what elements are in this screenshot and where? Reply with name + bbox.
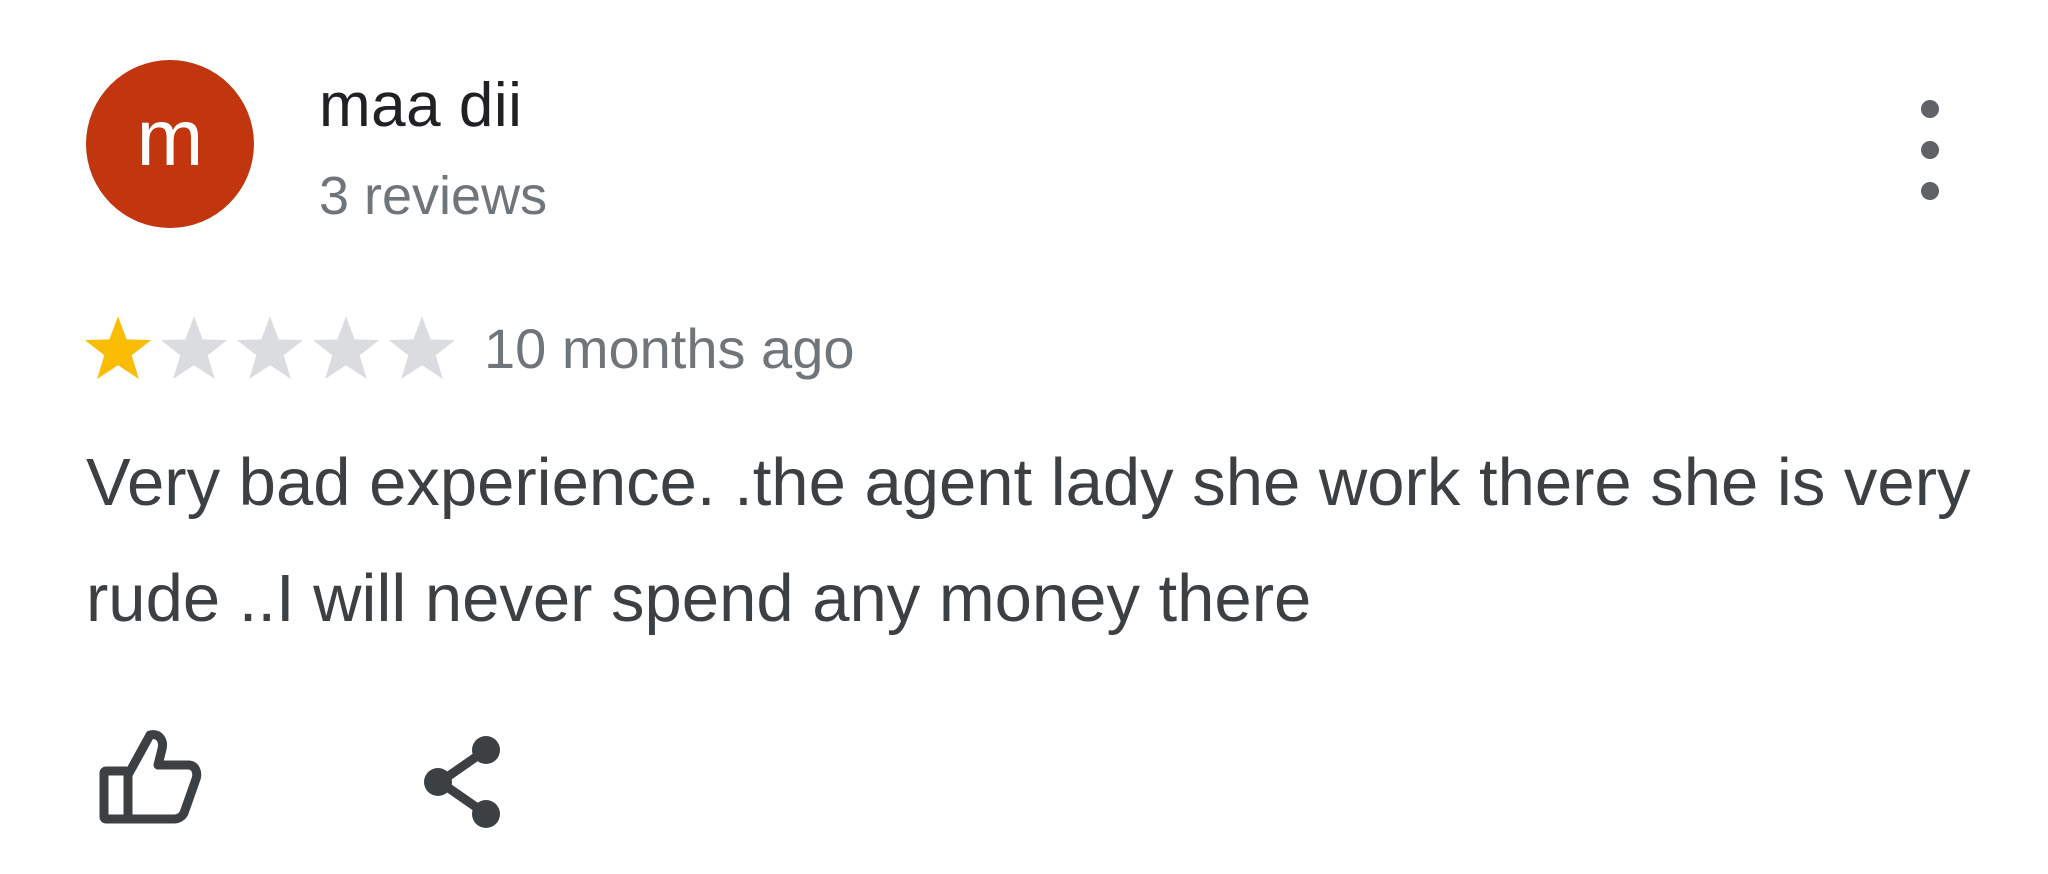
more-vert-icon-dot — [1921, 182, 1939, 200]
star-rating — [82, 312, 458, 384]
like-button[interactable] — [98, 725, 202, 825]
more-options-button[interactable] — [1900, 100, 1960, 200]
review-time: 10 months ago — [484, 316, 855, 380]
share-button[interactable] — [420, 734, 510, 830]
star-empty-icon — [312, 316, 380, 379]
avatar-initial: m — [136, 93, 204, 182]
star-empty-icon — [160, 316, 228, 379]
avatar[interactable]: m — [86, 60, 254, 228]
star-empty-icon — [388, 316, 456, 379]
share-icon — [424, 736, 500, 828]
review-text: Very bad experience. .the agent lady she… — [86, 445, 1971, 636]
star-empty-icon — [236, 316, 304, 379]
thumbs-up-icon — [99, 730, 202, 824]
review-card: m maa dii 3 reviews 10 months ago Very b… — [0, 0, 2048, 874]
more-vert-icon-dot — [1921, 141, 1939, 159]
author-name[interactable]: maa dii — [319, 70, 522, 141]
star-filled-icon — [84, 316, 152, 379]
rating-row: 10 months ago — [82, 310, 854, 386]
author-review-count[interactable]: 3 reviews — [319, 165, 547, 227]
more-vert-icon — [1921, 100, 1939, 118]
